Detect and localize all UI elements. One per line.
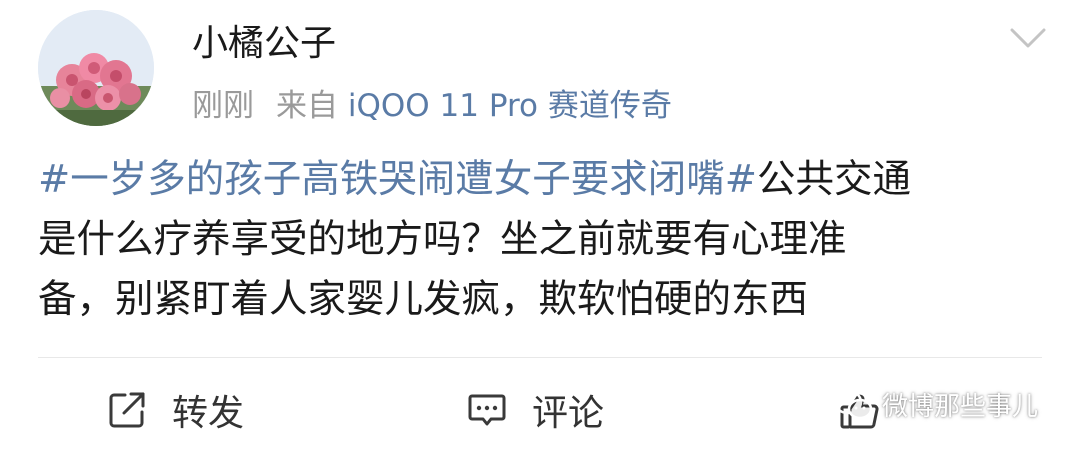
post-time: 刚刚 (192, 88, 254, 124)
post-content: #一岁多的孩子高铁哭闹遭女子要求闭嘴#公共交通 是什么疗养享受的地方吗？坐之前就… (38, 150, 1048, 330)
comment-label: 评论 (532, 393, 605, 434)
weibo-post-card: 小橘公子 刚刚 来自 iQOO 11 Pro 赛道传奇 #一岁多的孩子高铁哭闹遭女… (0, 0, 1080, 457)
comment-bubble-icon (468, 394, 506, 426)
user-avatar[interactable] (38, 10, 154, 126)
comment-button[interactable]: 评论 (466, 370, 604, 450)
source-prefix: 来自 (276, 88, 338, 124)
post-meta: 刚刚 来自 iQOO 11 Pro 赛道传奇 (192, 83, 672, 129)
watermark: 微博那些事儿 (832, 386, 1038, 423)
wechat-icon (833, 389, 873, 419)
content-line-3: 备，别紧盯着人家婴儿发疯，欺软怕硬的东西 (38, 277, 809, 322)
device-source[interactable]: iQOO 11 Pro 赛道传奇 (348, 88, 672, 124)
pink-roses-avatar-image (38, 10, 154, 126)
content-line-2: 是什么疗养享受的地方吗？坐之前就要有心理准 (38, 217, 847, 262)
content-line-1: #一岁多的孩子高铁哭闹遭女子要求闭嘴#公共交通 (38, 150, 1048, 210)
watermark-text: 微博那些事儿 (882, 392, 1039, 422)
more-menu-button[interactable] (1002, 18, 1054, 58)
repost-button[interactable]: 转发 (106, 370, 244, 450)
content-text-1: 公共交通 (757, 157, 912, 202)
divider (38, 357, 1042, 358)
topic-hashtag-link[interactable]: #一岁多的孩子高铁哭闹遭女子要求闭嘴# (38, 157, 757, 202)
username[interactable]: 小橘公子 (192, 20, 336, 68)
chevron-down-icon (1010, 28, 1046, 48)
repost-label: 转发 (172, 393, 245, 434)
share-arrow-icon (109, 392, 145, 428)
